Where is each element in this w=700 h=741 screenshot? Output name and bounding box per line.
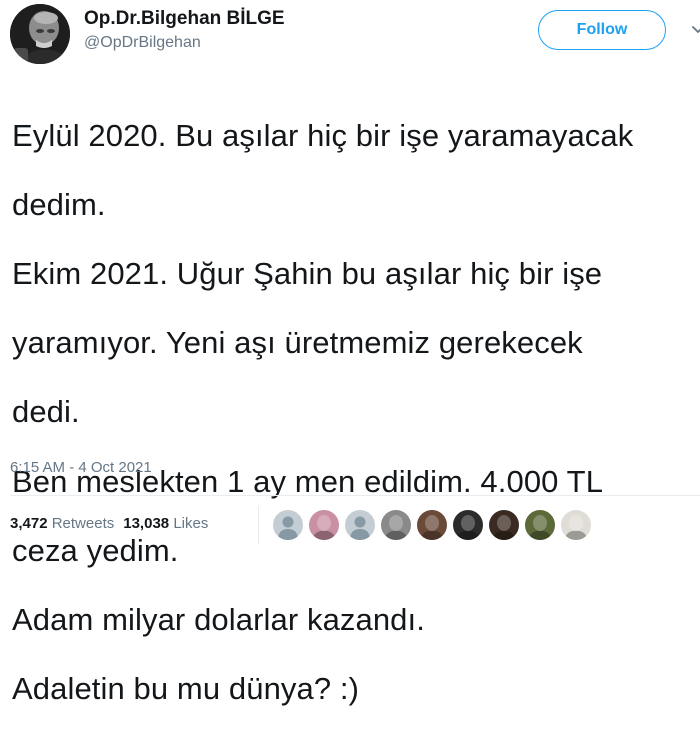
likes-count: 13,038 <box>123 515 170 532</box>
user-avatar[interactable] <box>10 4 70 64</box>
tweet-text-line: Adaletin bu mu dünya? :) <box>12 671 360 707</box>
user-handle[interactable]: @OpDrBilgehan <box>84 33 285 53</box>
tweet-timestamp[interactable]: 6:15 AM - 4 Oct 2021 <box>10 458 152 478</box>
tweet-text-line: Ekim 2021. Uğur Şahin bu aşılar hiç bir … <box>12 255 603 291</box>
profile-photo-icon <box>10 4 70 64</box>
tweet-text: Eylül 2020. Bu aşılar hiç bir işe yarama… <box>12 84 700 741</box>
divider <box>10 495 700 496</box>
tweet-card: Op.Dr.Bilgehan BİLGE @OpDrBilgehan Follo… <box>0 0 700 706</box>
tweet-text-line: dedim. <box>12 186 106 222</box>
chevron-down-icon[interactable] <box>692 24 700 36</box>
liker-avatar-7[interactable] <box>488 509 520 541</box>
liker-avatar-9[interactable] <box>560 509 592 541</box>
liker-avatar-1[interactable] <box>272 509 304 541</box>
liker-avatar-2[interactable] <box>308 509 340 541</box>
tweet-text-line: Adam milyar dolarlar kazandı. <box>12 601 425 637</box>
tweet-stats: 3,472 Retweets 13,038 Likes <box>10 514 208 534</box>
user-names: Op.Dr.Bilgehan BİLGE @OpDrBilgehan <box>84 8 285 53</box>
display-name[interactable]: Op.Dr.Bilgehan BİLGE <box>84 8 285 30</box>
tweet-header: Op.Dr.Bilgehan BİLGE @OpDrBilgehan Follo… <box>10 2 700 64</box>
likes-stat[interactable]: 13,038 Likes <box>123 515 208 532</box>
likes-label: Likes <box>173 515 209 532</box>
retweets-count: 3,472 <box>10 515 48 532</box>
retweets-stat[interactable]: 3,472 Retweets <box>10 515 114 532</box>
stats-separator <box>258 506 259 544</box>
tweet-text-line: yaramıyor. Yeni aşı üretmemiz gerekecek <box>12 325 583 361</box>
tweet-text-line: dedi. <box>12 394 80 430</box>
tweet-text-line: Eylül 2020. Bu aşılar hiç bir işe yarama… <box>12 117 634 153</box>
liker-avatar-8[interactable] <box>524 509 556 541</box>
liker-avatar-5[interactable] <box>416 509 448 541</box>
liker-avatar-3[interactable] <box>344 509 376 541</box>
follow-button[interactable]: Follow <box>538 10 666 50</box>
retweets-label: Retweets <box>51 515 115 532</box>
liker-avatar-4[interactable] <box>380 509 412 541</box>
liker-avatar-6[interactable] <box>452 509 484 541</box>
